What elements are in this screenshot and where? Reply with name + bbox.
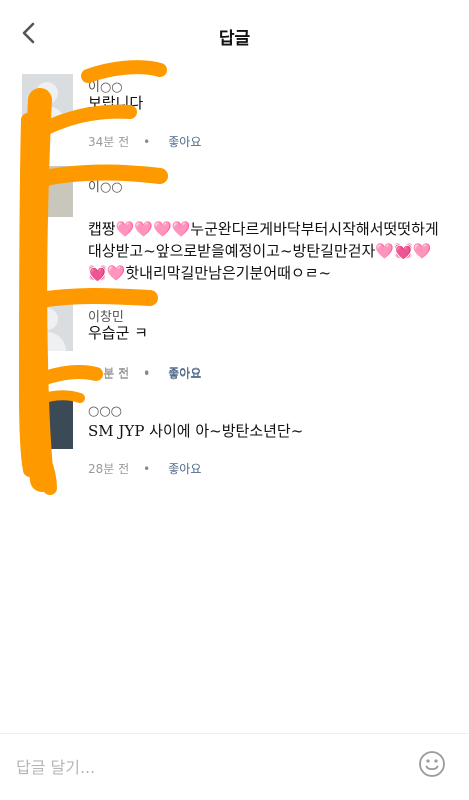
reply-input[interactable] — [14, 748, 398, 786]
reply-composer — [0, 734, 469, 800]
smiley-icon[interactable] — [418, 750, 446, 778]
top-bar: 답글 — [0, 0, 469, 66]
redaction-scribble — [19, 60, 168, 495]
page-title: 답글 — [218, 29, 251, 49]
